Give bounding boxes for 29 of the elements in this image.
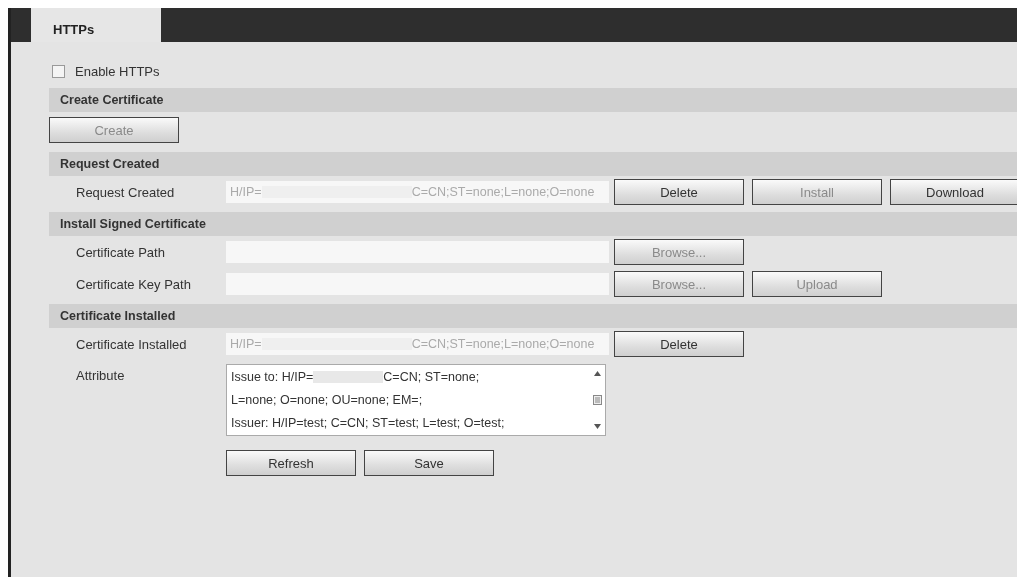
section-header: Install Signed Certificate — [49, 212, 1017, 236]
section-header: Create Certificate — [49, 88, 1017, 112]
field-text: H/IP= — [230, 337, 262, 351]
action-button[interactable]: Delete — [614, 331, 744, 357]
action-button[interactable]: Download — [890, 179, 1017, 205]
field-label: Certificate Key Path — [75, 276, 192, 292]
scroll-down-icon[interactable] — [593, 424, 601, 429]
field-text: H/IP= — [230, 185, 262, 199]
scroll-thumb-icon[interactable] — [592, 395, 602, 405]
checkbox[interactable] — [52, 64, 65, 78]
scroll-up-icon[interactable] — [593, 371, 601, 376]
checkbox-label: Enable HTTPs — [75, 63, 160, 79]
attribute-textarea[interactable]: Issue to: H/IP= C=CN; ST=none; L=none; O=none; OU=none; EM=; Issuer: H/IP=test; C=CN; ST=test; L=test; O=test; — [226, 364, 606, 436]
field-text: C=CN;ST=none;L=none;O=none — [411, 185, 595, 199]
field-label: Attribute — [75, 367, 126, 383]
textarea-text: Issuer: H/IP=test; C=CN; ST=test; L=test; O=test; — [231, 415, 505, 430]
textarea-text: Issue to: H/IP= — [231, 370, 314, 385]
tab[interactable]: HTTPs — [31, 8, 161, 42]
textarea-text: C=CN; ST=none; — [383, 370, 480, 385]
textarea-text: L=none; O=none; OU=none; EM=; — [231, 393, 423, 407]
section-header: Certificate Installed — [49, 304, 1017, 328]
footer-button[interactable]: Save — [364, 450, 494, 476]
field-label: Certificate Path — [75, 244, 166, 260]
section-header: Request Created — [49, 152, 1017, 176]
action-button[interactable]: Delete — [614, 179, 744, 205]
field-label: Request Created — [75, 184, 176, 200]
field-text: C=CN;ST=none;L=none;O=none — [411, 337, 595, 351]
field-label: Certificate Installed — [75, 336, 188, 352]
footer-button[interactable]: Refresh — [226, 450, 356, 476]
